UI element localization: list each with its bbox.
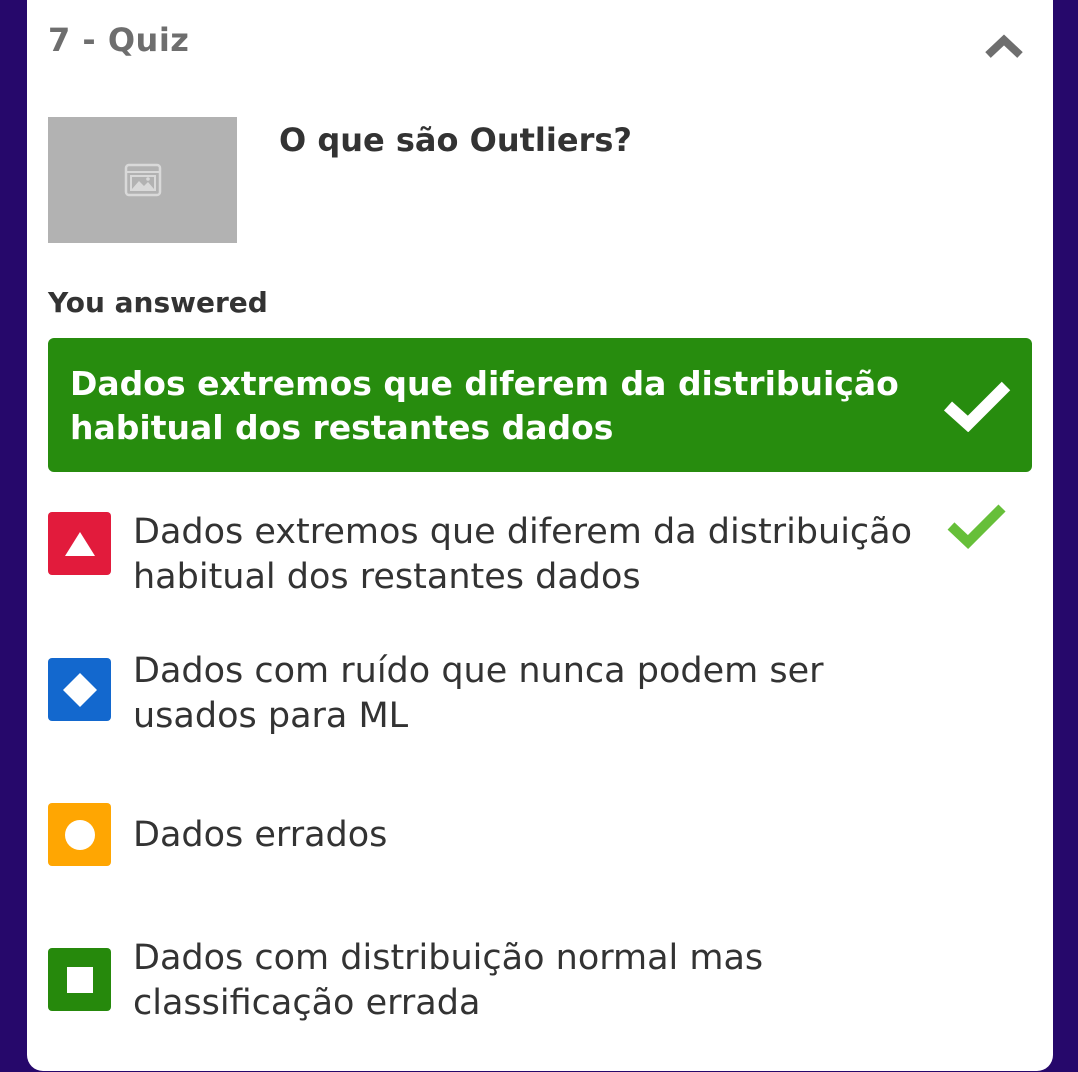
image-icon [124,163,161,197]
option-text: Dados errados [133,815,388,855]
option-text: Dados com distribuição normal mas classi… [133,938,764,1023]
option-text: Dados extremos que diferem da distribuiç… [133,512,913,597]
option-shape-box [48,948,111,1011]
checkmark-icon [943,381,1011,432]
option-text: Dados com ruído que nunca podem ser usad… [133,651,824,736]
diamond-icon [62,672,97,707]
quiz-header-title: 7 - Quiz [48,21,190,59]
triangle-icon [64,531,95,556]
circle-icon [64,819,95,850]
collapse-button[interactable] [979,28,1029,64]
you-answered-label: You answered [48,286,268,319]
question-text: O que são Outliers? [279,121,632,159]
chevron-up-icon [985,34,1023,58]
question-image-placeholder [48,117,237,243]
correct-check-icon [947,504,1006,549]
selected-answer-box: Dados extremos que diferem da distribuiç… [48,338,1032,472]
option-shape-box [48,658,111,721]
option-shape-box [48,512,111,575]
square-icon [66,966,93,993]
option-shape-box [48,803,111,866]
selected-answer-text: Dados extremos que diferem da distribuiç… [70,364,899,447]
quiz-card: 7 - Quiz O que são Outliers? You answere… [27,0,1053,1071]
